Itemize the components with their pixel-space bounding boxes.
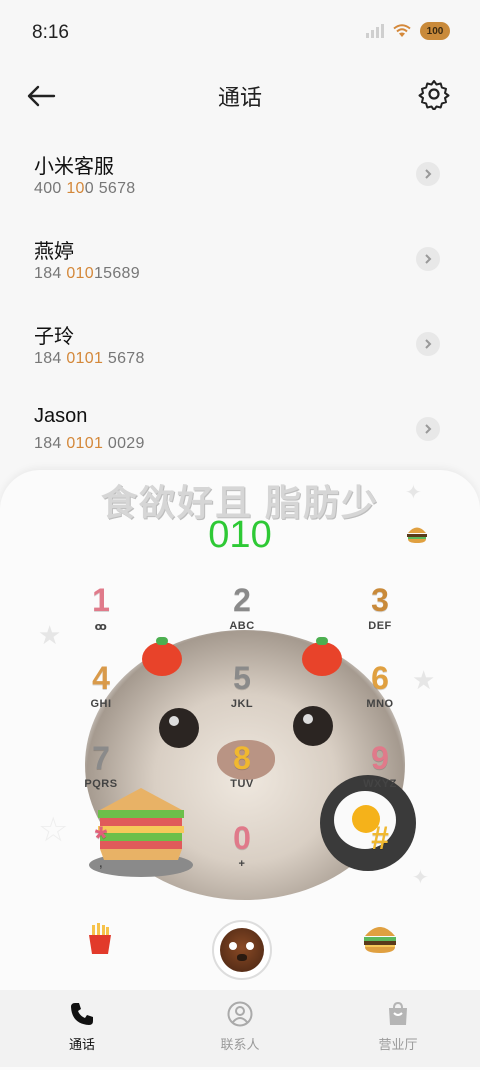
detail-button[interactable] [416,162,440,186]
call-log-item[interactable]: 子玲 184 0101 5678 [0,300,480,385]
detail-button[interactable] [416,417,440,441]
call-button[interactable] [212,920,272,980]
page-title: 通话 [217,85,262,110]
contact-name: Jason [34,405,88,427]
settings-gear-icon[interactable] [418,78,450,110]
dial-key[interactable]: *, [56,820,146,890]
contact-name: 小米客服 [34,156,114,178]
dial-key-letters: DEF [368,620,392,632]
tab-calls[interactable]: 通话 [32,1000,132,1053]
tab-service-hall[interactable]: 营业厅 [348,1000,448,1053]
sparkle-icon: ✦ [405,482,422,504]
dialer-panel: 食欲好且 脂肪少 010 ★ ★ ☆ ✦ ✦ 1 ꝏ 2 ABC 3 DEF 4 GHI 5 JK… [0,470,480,1070]
dial-key-letters: , [99,858,103,870]
dial-key-letters: MNO [366,698,394,710]
dial-key[interactable]: 0 + [197,820,287,890]
signal-icon [366,24,384,38]
dial-key-letters: ABC [229,620,255,632]
dial-key-digit: 8 [233,740,251,776]
fries-icon[interactable] [86,923,114,955]
call-log-item[interactable]: Jason 184 0101 0029 [0,385,480,470]
phone-number: 400 100 5678 [34,180,136,197]
chevron-right-icon [425,339,432,349]
wifi-icon [393,24,411,37]
dial-key-digit: 6 [371,660,389,696]
phone-number: 184 0101 5678 [34,350,145,367]
status-time: 8:16 [32,22,69,43]
status-icons: 100 [366,22,450,40]
contact-icon [226,1000,254,1028]
dial-key[interactable]: 5 JKL [197,660,287,730]
chevron-right-icon [425,169,432,179]
phone-icon [68,1000,96,1028]
dog-eye [159,708,199,748]
tab-contacts[interactable]: 联系人 [190,1000,290,1053]
dial-key[interactable]: 4 GHI [56,660,146,730]
dial-key-letters: PQRS [84,778,118,790]
dial-key-letters: WXYZ [363,778,397,790]
dial-key-letters: TUV [230,778,254,790]
status-bar: 8:16 100 [0,0,480,70]
dial-key-digit: * [94,820,108,856]
call-log-item[interactable]: 小米客服 400 100 5678 [0,130,480,215]
chevron-right-icon [425,424,432,434]
dial-key-digit: 1 [92,582,110,618]
dial-key[interactable]: 8 TUV [197,740,287,810]
dog-avatar-icon [220,928,264,972]
burger-icon[interactable] [362,922,398,954]
dial-key-digit: 3 [371,582,389,618]
dial-key[interactable]: 1ꝏ [56,582,146,652]
contact-name: 燕婷 [34,241,74,263]
burger-icon [407,527,427,543]
dial-key-digit: 2 [233,582,251,618]
dial-key[interactable]: 9 WXYZ [335,740,425,810]
phone-number: 184 01015689 [34,265,140,282]
dial-key-digit: # [371,820,389,856]
call-log-list: 小米客服 400 100 5678 燕婷 184 01015689 子玲 184… [0,130,480,470]
chevron-right-icon [425,254,432,264]
dial-key-letters: JKL [230,698,254,710]
dial-key[interactable]: 3 DEF [335,582,425,652]
phone-number: 184 0101 0029 [34,435,145,452]
dial-key-digit: 9 [371,740,389,776]
dial-key-letters: + [238,858,246,870]
contact-name: 子玲 [34,326,74,348]
dial-key-digit: 7 [92,740,110,776]
dial-key-digit: 0 [233,820,251,856]
bottom-tab-bar: 通话 联系人 营业厅 [0,990,480,1067]
dial-key[interactable]: # [335,820,425,890]
tab-label: 营业厅 [378,1037,418,1052]
dial-key[interactable]: 7 PQRS [56,740,146,810]
tomato-icon [142,637,182,676]
dial-key-digit: 4 [92,660,110,696]
bag-icon [384,1000,412,1028]
header: 通话 [0,70,480,120]
dial-key-letters: GHI [90,698,112,710]
detail-button[interactable] [416,332,440,356]
tab-label: 通话 [68,1037,95,1052]
dial-key-digit: 5 [233,660,251,696]
tab-label: 联系人 [220,1037,260,1052]
call-log-item[interactable]: 燕婷 184 01015689 [0,215,480,300]
dial-key[interactable]: 6 MNO [335,660,425,730]
dial-key-letters: ꝏ [94,621,108,633]
detail-button[interactable] [416,247,440,271]
battery-icon: 100 [420,22,450,40]
dial-key[interactable]: 2 ABC [197,582,287,652]
dog-eye [293,706,333,746]
